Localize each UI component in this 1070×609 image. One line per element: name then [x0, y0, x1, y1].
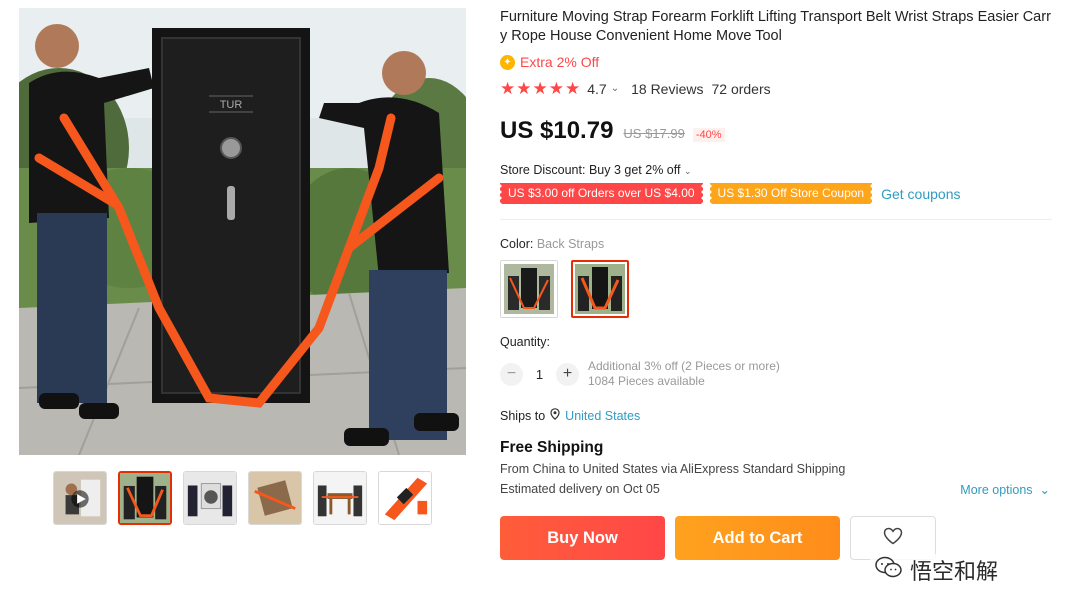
- heart-icon: [883, 527, 903, 550]
- buy-now-button[interactable]: Buy Now: [500, 516, 665, 560]
- more-options-link[interactable]: More options ⌄: [960, 482, 1050, 497]
- estimated-delivery-row: Estimated delivery on Oct 05 More option…: [500, 482, 1052, 497]
- product-title: Furniture Moving Strap Forearm Forklift …: [500, 9, 1051, 44]
- thumbnail-video[interactable]: [53, 471, 107, 525]
- star-rating: ★ ★ ★ ★ ★: [500, 80, 580, 97]
- orders-count: 72 orders: [711, 80, 771, 97]
- location-pin-icon: [550, 408, 560, 423]
- extra-off-label: Extra 2% Off: [520, 54, 600, 70]
- store-discount-value: Buy 3 get 2% off: [588, 163, 681, 177]
- thumbnail-strap-detail[interactable]: [378, 471, 432, 525]
- extra-off-promo: ✦ Extra 2% Off: [500, 54, 1052, 70]
- divider: [500, 219, 1052, 220]
- star-icon: ★: [532, 79, 548, 98]
- ships-to-country[interactable]: United States: [565, 409, 640, 423]
- thumbnail-back-straps[interactable]: [118, 471, 172, 525]
- original-price: US $17.99: [623, 126, 685, 141]
- ships-to-label: Ships to: [500, 408, 546, 423]
- color-swatches: [500, 260, 1052, 318]
- chevron-down-icon[interactable]: ⌄: [611, 83, 619, 94]
- quantity-input[interactable]: 1: [523, 367, 556, 382]
- rating-row: ★ ★ ★ ★ ★ 4.7 ⌄ 18 Reviews 72 orders: [500, 80, 1052, 97]
- chevron-down-icon[interactable]: ⌄: [684, 166, 692, 176]
- thumbnail-strip: [53, 471, 432, 525]
- coupon-row: US $3.00 off Orders over US $4.00 US $1.…: [498, 183, 1052, 204]
- color-label-text: Color:: [500, 237, 534, 251]
- main-product-image[interactable]: TUR: [19, 8, 466, 455]
- star-icon: ★: [516, 79, 532, 98]
- shipping-route: From China to United States via AliExpre…: [500, 462, 846, 476]
- color-label: Color: Back Straps: [500, 237, 1052, 251]
- reviews-link[interactable]: 18 Reviews: [631, 81, 703, 97]
- watermark-text: 悟空和解: [910, 559, 999, 584]
- watermark: 悟空和解: [870, 554, 1003, 586]
- coupon-orders-over[interactable]: US $3.00 off Orders over US $4.00: [498, 183, 705, 204]
- price-row: US $10.79 US $17.99 -40%: [500, 117, 1052, 145]
- quantity-minus-button[interactable]: −: [500, 362, 523, 386]
- star-icon: ★: [500, 79, 516, 98]
- get-coupons-link[interactable]: Get coupons: [881, 186, 960, 202]
- estimated-delivery: Estimated delivery on Oct 05: [500, 482, 660, 496]
- quantity-plus-button[interactable]: +: [556, 362, 579, 386]
- color-selected-value: Back Straps: [536, 237, 605, 251]
- chevron-down-icon: ⌄: [1036, 483, 1050, 497]
- more-options-label: More options: [960, 483, 1033, 497]
- wechat-icon: [874, 555, 904, 585]
- swatch-option-1[interactable]: [500, 260, 558, 318]
- swatch-back-straps[interactable]: [571, 260, 629, 318]
- thumbnail-washer[interactable]: [183, 471, 237, 525]
- svg-text:TUR: TUR: [220, 99, 243, 111]
- star-icon: ★: [548, 79, 564, 98]
- coin-icon: ✦: [500, 54, 515, 70]
- quantity-label: Quantity:: [500, 335, 551, 349]
- additional-discount-text: Additional 3% off (2 Pieces or more): [588, 359, 780, 373]
- product-info-panel: Furniture Moving Strap Forearm Forklift …: [498, 8, 1052, 560]
- quantity-stepper: − 1 + Additional 3% off (2 Pieces or mor…: [500, 359, 1052, 389]
- add-to-cart-button[interactable]: Add to Cart: [675, 516, 840, 560]
- discount-badge: -40%: [692, 128, 725, 142]
- store-discount-label: Store Discount:: [500, 163, 586, 177]
- quantity-info: Additional 3% off (2 Pieces or more) 108…: [588, 359, 780, 389]
- ships-to-row: Ships to United States: [500, 408, 1052, 423]
- thumbnail-furniture[interactable]: [248, 471, 302, 525]
- star-icon: ★: [565, 79, 581, 98]
- thumbnail-table[interactable]: [313, 471, 367, 525]
- coupon-store[interactable]: US $1.30 Off Store Coupon: [707, 183, 874, 204]
- current-price: US $10.79: [500, 117, 614, 144]
- pieces-available-text: 1084 Pieces available: [588, 374, 705, 388]
- store-discount[interactable]: Store Discount: Buy 3 get 2% off ⌄: [500, 163, 1052, 177]
- rating-value[interactable]: 4.7: [587, 81, 606, 97]
- free-shipping-title: Free Shipping: [500, 439, 604, 456]
